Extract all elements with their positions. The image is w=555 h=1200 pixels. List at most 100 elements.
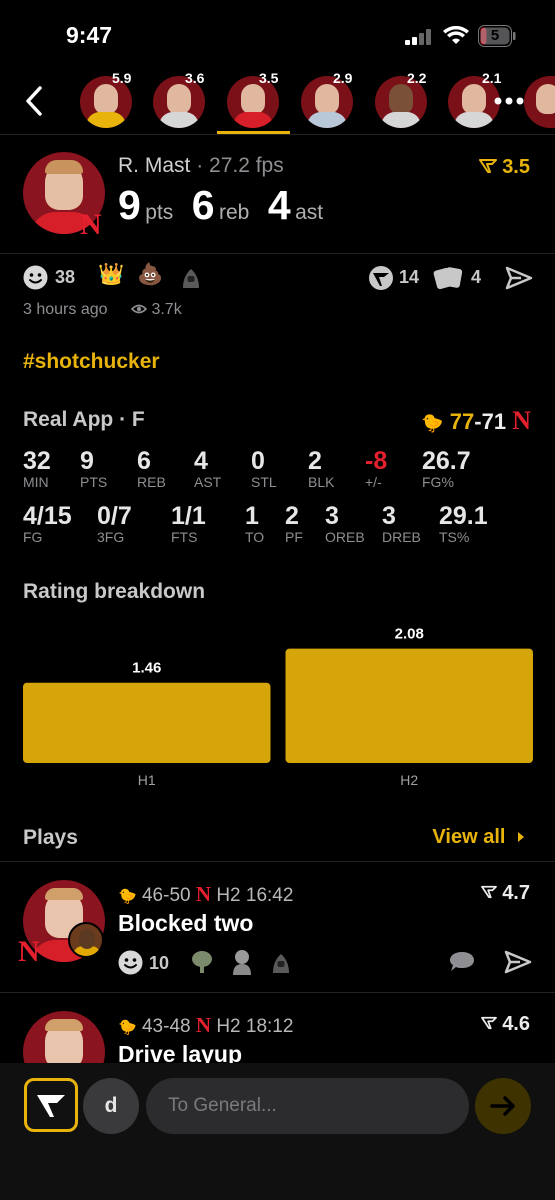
divider	[0, 134, 555, 135]
back-chevron-icon[interactable]	[20, 84, 48, 118]
hawkeye-logo-icon: 🐤	[421, 413, 444, 433]
player-fps: · 27.2 fps	[196, 154, 284, 177]
rating-bar-category-label: H2	[400, 772, 418, 788]
player-thumb-rating: 2.9	[333, 70, 353, 86]
real-reaction-count: 14	[399, 267, 420, 287]
play-player-avatar[interactable]	[23, 1011, 105, 1063]
status-time: 9:47	[66, 22, 113, 48]
hawkeye-logo-icon: 🐤	[118, 888, 137, 905]
hero-ast: 4	[267, 182, 291, 228]
brain-icon[interactable]	[190, 949, 214, 975]
smile-reaction-icon[interactable]	[118, 950, 143, 975]
player-rating-value: 3.5	[502, 156, 530, 178]
poop-icon[interactable]: 💩	[137, 263, 163, 287]
nebraska-logo: N	[512, 406, 531, 435]
send-button[interactable]	[475, 1078, 531, 1134]
hero-reb-label: reb	[219, 201, 250, 224]
player-strip: 5.9 3.6 3.5 2.9 2.2 2.1	[0, 70, 555, 134]
stat-fg-pct: 26.7 FG%	[422, 447, 471, 490]
arrow-right-icon	[490, 1096, 515, 1116]
cards-count: 4	[471, 267, 482, 287]
game-score[interactable]: 🐤 77-71 N	[421, 406, 531, 436]
stat-stl: 0 STL	[251, 447, 277, 490]
smile-reaction-icon[interactable]	[23, 265, 48, 290]
player-thumb-rating: 2.1	[482, 70, 502, 86]
battery-level: 5	[490, 27, 500, 44]
rating-icon	[480, 885, 497, 899]
player-thumb-rating: 2.2	[407, 70, 427, 86]
rating-bar-value-label: 2.08	[395, 626, 424, 643]
play-clock: H2 18:12	[216, 1016, 294, 1037]
player-thumb-rating: 5.9	[112, 70, 132, 86]
more-dots-icon[interactable]	[494, 95, 524, 107]
hooded-figure-icon[interactable]	[178, 264, 204, 290]
nebraska-logo: N	[195, 1013, 212, 1037]
cellular-signal-icon	[405, 29, 431, 45]
chevron-right-icon	[518, 832, 524, 842]
app-menu-button[interactable]	[24, 1078, 78, 1132]
stat-ast: 4 AST	[194, 447, 222, 490]
hero-stat-line: 9 pts 6 reb 4 ast	[118, 182, 337, 229]
plays-title: Plays	[23, 826, 78, 849]
player-thumb-rating: 3.6	[185, 70, 205, 86]
nebraska-logo: N	[195, 882, 212, 906]
stat-fts: 1/1 FTS	[171, 502, 206, 545]
send-share-icon[interactable]	[505, 265, 533, 291]
rating-bar-value-label: 1.46	[132, 660, 161, 677]
play-score-line: 🐤 46-50 N H2 16:42	[118, 882, 293, 907]
hero-pts-label: pts	[145, 201, 174, 224]
nebraska-logo: N	[80, 208, 102, 241]
play-card[interactable]: N 🐤 46-50 N H2 16:42 4.7 Blocked two 10	[0, 862, 555, 992]
stat-dreb: 3 DREB	[382, 502, 421, 545]
score-home: 71	[481, 409, 507, 434]
divider	[0, 803, 555, 804]
play-rating-value: 4.6	[502, 1013, 530, 1035]
view-all-label: View all	[432, 826, 506, 848]
play-rating: 4.6	[480, 1013, 530, 1036]
player-name: R. Mast · 27.2 fps	[118, 154, 284, 178]
hero-pts: 9	[118, 182, 141, 228]
divider	[0, 253, 555, 254]
rating-bar-h1	[23, 682, 271, 763]
score-away: 77	[449, 409, 475, 434]
stat-pts: 9 PTS	[80, 447, 108, 490]
play-title: Drive layup	[118, 1041, 242, 1063]
rating-breakdown-title: Rating breakdown	[23, 580, 206, 603]
wifi-icon	[443, 26, 469, 44]
hawkeye-logo-icon: 🐤	[118, 1019, 137, 1036]
nebraska-logo: N	[18, 935, 40, 968]
stat-to: 1 TO	[245, 502, 265, 545]
user-avatar-button[interactable]: d	[83, 1078, 139, 1134]
player-thumb[interactable]	[524, 76, 555, 128]
play-clock: H2 16:42	[216, 885, 294, 906]
stat-min: 32 MIN	[23, 447, 51, 490]
opponent-avatar[interactable]	[68, 922, 104, 958]
stat-3fg: 0/7 3FG	[97, 502, 132, 545]
crown-icon[interactable]: 👑	[98, 263, 124, 287]
stat-ts-pct: 29.1 TS%	[439, 502, 488, 545]
message-input[interactable]	[146, 1078, 469, 1134]
play-card[interactable]: 🐤 43-48 N H2 18:12 4.6 Drive layup	[0, 993, 555, 1063]
stat-oreb: 3 OREB	[325, 502, 365, 545]
comment-icon[interactable]	[448, 950, 476, 974]
view-count: 3.7k	[130, 301, 182, 319]
rating-breakdown-chart: 1.46 H1 2.08 H2	[23, 626, 533, 788]
stat-pf: 2 PF	[285, 502, 303, 545]
statue-icon[interactable]	[229, 948, 255, 976]
send-share-icon[interactable]	[504, 949, 532, 975]
play-home-score: 50	[169, 885, 191, 906]
play-rating-value: 4.7	[502, 882, 530, 904]
stat-blk: 2 BLK	[308, 447, 335, 490]
game-label: Real App · F	[23, 408, 145, 431]
view-all-plays-link[interactable]: View all	[432, 826, 527, 849]
hooded-figure-icon[interactable]	[268, 949, 294, 975]
play-score-line: 🐤 43-48 N H2 18:12	[118, 1013, 293, 1038]
real-reaction-icon[interactable]	[368, 265, 394, 291]
cards-icon[interactable]	[433, 266, 465, 290]
hashtag-link[interactable]: #shotchucker	[23, 350, 160, 374]
play-away-score: 46	[141, 885, 164, 906]
rating-bar-h2	[285, 648, 533, 763]
play-home-score: 48	[169, 1016, 191, 1037]
smile-count: 38	[55, 267, 76, 287]
play-rating: 4.7	[480, 882, 530, 905]
